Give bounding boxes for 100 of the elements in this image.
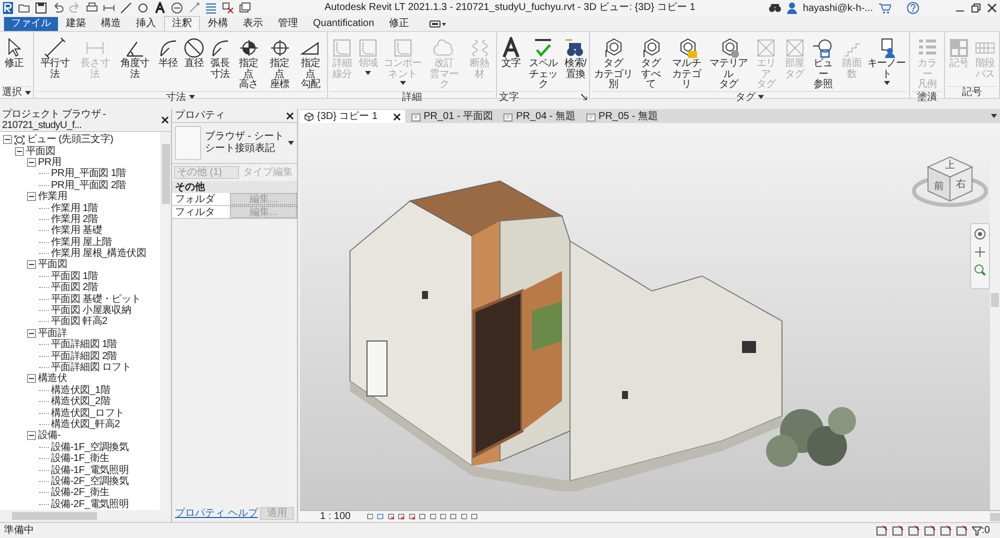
navigation-bar[interactable]	[970, 223, 990, 289]
tree-item[interactable]: 作業用 2階	[51, 214, 98, 225]
tree-item[interactable]: 設備-1F_空調換気	[51, 442, 129, 453]
tree-item[interactable]: PR用	[38, 156, 61, 168]
ribbon-tool-button[interactable]: 角度寸法	[116, 37, 154, 80]
ribbon-tool-button[interactable]: マテリアル タグ	[708, 37, 750, 90]
ribbon-tool-button[interactable]: 文字	[498, 37, 523, 70]
tree-item[interactable]: 構造伏図_軒高2	[51, 418, 120, 430]
tree-item[interactable]: 平面図	[26, 146, 56, 157]
ribbon-tab[interactable]: 建築	[59, 17, 93, 31]
panel-footer[interactable]: タグ	[592, 90, 908, 102]
close-hidden-icon[interactable]	[222, 2, 234, 14]
user-icon[interactable]	[786, 2, 797, 14]
save-icon[interactable]	[35, 2, 47, 14]
horizontal-scrollbar[interactable]	[0, 510, 171, 522]
ribbon-tool-button[interactable]: 指定点 高さ	[234, 37, 263, 90]
tree-item[interactable]: 設備-	[38, 430, 60, 442]
dialog-launcher-icon[interactable]	[581, 94, 588, 100]
tree-item[interactable]: 構造伏図_1階	[51, 384, 110, 396]
dropdown-caret-icon[interactable]	[884, 81, 890, 85]
tree-item[interactable]: 作業用 基礎	[51, 225, 102, 236]
tree-item[interactable]: 設備-1F_電気照明	[51, 464, 129, 476]
help-icon[interactable]	[907, 2, 919, 14]
text-icon[interactable]	[154, 2, 166, 14]
link-select-icon[interactable]	[876, 524, 888, 536]
type-selector[interactable]: ブラウザ - シート シート接頭表記	[172, 123, 297, 164]
panel-footer[interactable]: 寸法	[36, 90, 325, 102]
ribbon-tool-button[interactable]: 弧長 寸法	[208, 37, 232, 80]
ribbon-tool-button[interactable]: 修正	[2, 37, 26, 70]
tree-item[interactable]: 設備-2F_電気照明	[51, 498, 129, 510]
measure-icon[interactable]	[103, 2, 115, 14]
tree-item[interactable]: 構造伏図_2階	[51, 396, 110, 408]
panel-toggle-icon[interactable]	[429, 19, 448, 29]
tree-item[interactable]: 平面図 基礎・ピット	[51, 294, 141, 305]
scale-selector[interactable]: 1 : 100	[320, 510, 351, 522]
undo-icon[interactable]	[52, 2, 64, 14]
collapse-icon[interactable]	[27, 328, 36, 338]
tree-item[interactable]: 平面詳細図 1階	[51, 339, 117, 350]
tree-item[interactable]: 平面詳	[38, 328, 68, 339]
ribbon-tab[interactable]: Quantification	[306, 17, 382, 31]
close-icon[interactable]	[161, 116, 169, 124]
folder-icon[interactable]	[18, 2, 30, 14]
hide-isolate-icon[interactable]	[450, 512, 457, 521]
ribbon-tab[interactable]: 挿入	[129, 17, 163, 31]
panel-footer[interactable]: 塗潰	[912, 90, 942, 102]
zoom-icon[interactable]	[974, 264, 986, 276]
background-process-icon[interactable]	[956, 524, 968, 536]
view-cube[interactable]: 上 前 右	[910, 151, 990, 215]
tree-item[interactable]: 平面図 1階	[51, 270, 98, 282]
sun-path-icon[interactable]	[388, 512, 394, 521]
tree-item[interactable]: 設備-1F_衛生	[51, 453, 110, 464]
ribbon-tool-button[interactable]: 指定点 座標	[264, 37, 294, 90]
collapse-icon[interactable]	[3, 135, 12, 144]
switch-windows-icon[interactable]	[239, 2, 251, 14]
restore-icon[interactable]	[971, 3, 981, 13]
tree-item[interactable]: 平面図 軒高2	[51, 316, 108, 328]
thin-lines-icon[interactable]	[205, 2, 217, 14]
tree-item[interactable]: PR用_平面図 2階	[51, 180, 126, 191]
ribbon-tool-button[interactable]: ビュー 参照	[808, 37, 838, 90]
collapse-icon[interactable]	[27, 158, 36, 167]
analysis-icon[interactable]	[471, 512, 478, 521]
ribbon-tab[interactable]: 修正	[382, 17, 416, 31]
ribbon-tool-button[interactable]: 平行寸法	[36, 37, 74, 80]
crop-region-icon[interactable]	[430, 512, 436, 521]
ribbon-tool-button[interactable]: キーノート	[866, 37, 908, 85]
close-icon[interactable]	[987, 3, 997, 13]
binoculars-icon[interactable]	[768, 2, 781, 14]
ribbon-tool-button[interactable]: タグ カテゴリ別	[592, 37, 634, 90]
ribbon-tool-button[interactable]: 指定点 勾配	[296, 37, 325, 90]
panel-footer[interactable]: 文字	[498, 90, 588, 102]
reveal-icon[interactable]	[460, 512, 468, 521]
ribbon-tab[interactable]: 管理	[271, 17, 305, 31]
filter-icon[interactable]	[972, 526, 982, 536]
tree-item[interactable]: 設備-2F_空調換気	[51, 476, 129, 487]
ribbon-tab[interactable]: 外構	[201, 17, 235, 31]
ribbon-tool-button[interactable]: マルチ カテゴリ	[667, 37, 706, 90]
tree-item[interactable]: 設備-2F_衛生	[51, 487, 110, 498]
tree-item[interactable]: 作業用 屋根_構造伏図	[51, 248, 146, 260]
face-select-icon[interactable]	[924, 524, 936, 536]
tree-item[interactable]: ビュー (先頭三文字)	[27, 134, 114, 146]
panel-footer[interactable]: 記号	[947, 86, 997, 98]
steering-wheel-icon[interactable]	[974, 228, 986, 240]
panel-footer[interactable]: 選択	[2, 86, 31, 98]
cube-face-label[interactable]: 前	[934, 181, 944, 192]
collapse-icon[interactable]	[27, 192, 36, 202]
tree-item[interactable]: 平面図 2階	[51, 282, 98, 294]
ribbon-tool-button[interactable]: タグ すべて	[636, 37, 666, 90]
underlay-select-icon[interactable]	[892, 524, 904, 536]
detail-level-icon[interactable]	[366, 512, 374, 521]
crop-icon[interactable]	[419, 512, 426, 521]
collapse-icon[interactable]	[27, 431, 36, 440]
dimension-icon[interactable]	[120, 2, 132, 14]
tree-item[interactable]: 作業用 1階	[51, 202, 98, 214]
file-menu-tab[interactable]: ファイル	[4, 17, 58, 31]
panel-footer[interactable]: 詳細	[330, 90, 494, 102]
tree-item[interactable]: 作業用	[38, 191, 68, 202]
cart-icon[interactable]	[879, 2, 891, 14]
tree-item[interactable]: 平面詳細図 2階	[51, 350, 117, 362]
ribbon-tab[interactable]: 構造	[94, 17, 128, 31]
tree-item[interactable]: 平面図	[38, 259, 68, 270]
